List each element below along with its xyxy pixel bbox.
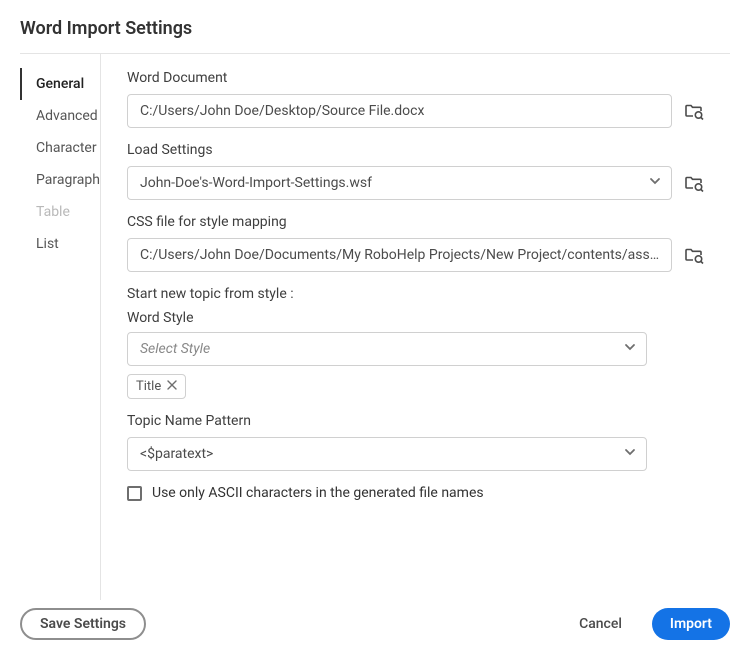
import-button[interactable]: Import (652, 608, 730, 640)
button-label: Cancel (579, 616, 622, 632)
chevron-down-icon (649, 175, 661, 191)
css-file-input[interactable]: C:/Users/John Doe/Documents/My RoboHelp … (127, 238, 672, 272)
topic-name-pattern-field: Topic Name Pattern <$paratext> (127, 413, 704, 471)
sidebar-item-table: Table (20, 196, 100, 228)
dialog-body: General Advanced Character Paragraph Tab… (20, 54, 730, 600)
sidebar-item-label: List (36, 236, 59, 252)
browse-folder-icon[interactable] (684, 173, 704, 193)
ascii-only-checkbox[interactable] (127, 486, 142, 501)
sidebar-item-label: Paragraph (36, 172, 100, 188)
topic-name-pattern-select[interactable]: <$paratext> (127, 437, 647, 471)
word-import-settings-dialog: Word Import Settings General Advanced Ch… (0, 0, 750, 660)
sidebar-item-paragraph[interactable]: Paragraph (20, 164, 100, 196)
word-style-select[interactable]: Select Style (127, 332, 647, 366)
chip-label: Title (136, 379, 161, 394)
field-label: Word Document (127, 70, 704, 86)
word-document-field: Word Document C:/Users/John Doe/Desktop/… (127, 70, 704, 128)
dialog-footer: Save Settings Cancel Import (20, 600, 730, 642)
style-chip: Title (127, 374, 186, 399)
field-label: Start new topic from style : (127, 286, 704, 302)
field-label: Topic Name Pattern (127, 413, 704, 429)
field-sublabel: Word Style (127, 310, 704, 326)
field-label: CSS file for style mapping (127, 214, 704, 230)
load-settings-select[interactable]: John-Doe's-Word-Import-Settings.wsf (127, 166, 672, 200)
sidebar-item-general[interactable]: General (20, 68, 100, 100)
button-label: Import (670, 616, 712, 632)
sidebar-item-label: Table (36, 204, 70, 220)
select-value: John-Doe's-Word-Import-Settings.wsf (140, 175, 372, 191)
cancel-button[interactable]: Cancel (561, 608, 640, 640)
browse-folder-icon[interactable] (684, 245, 704, 265)
input-value: C:/Users/John Doe/Documents/My RoboHelp … (140, 247, 659, 263)
sidebar-item-advanced[interactable]: Advanced (20, 100, 100, 132)
save-settings-button[interactable]: Save Settings (20, 608, 146, 640)
sidebar-item-list[interactable]: List (20, 228, 100, 260)
sidebar: General Advanced Character Paragraph Tab… (20, 54, 101, 600)
word-document-input[interactable]: C:/Users/John Doe/Desktop/Source File.do… (127, 94, 672, 128)
dialog-title: Word Import Settings (20, 18, 730, 54)
sidebar-item-character[interactable]: Character (20, 132, 100, 164)
select-value: <$paratext> (140, 446, 213, 462)
button-label: Save Settings (40, 616, 126, 632)
sidebar-item-label: General (36, 76, 84, 92)
checkbox-label: Use only ASCII characters in the generat… (152, 485, 484, 501)
chevron-down-icon (624, 341, 636, 357)
field-label: Load Settings (127, 142, 704, 158)
css-file-field: CSS file for style mapping C:/Users/John… (127, 214, 704, 272)
sidebar-item-label: Advanced (36, 108, 98, 124)
select-placeholder: Select Style (140, 341, 210, 357)
browse-folder-icon[interactable] (684, 101, 704, 121)
load-settings-field: Load Settings John-Doe's-Word-Import-Set… (127, 142, 704, 200)
topic-split-field: Start new topic from style : Word Style … (127, 286, 704, 399)
chip-remove-icon[interactable] (167, 379, 177, 394)
sidebar-item-label: Character (36, 140, 97, 156)
input-value: C:/Users/John Doe/Desktop/Source File.do… (140, 103, 424, 119)
chevron-down-icon (624, 446, 636, 462)
ascii-only-row: Use only ASCII characters in the generat… (127, 485, 704, 501)
general-panel: Word Document C:/Users/John Doe/Desktop/… (101, 54, 730, 600)
